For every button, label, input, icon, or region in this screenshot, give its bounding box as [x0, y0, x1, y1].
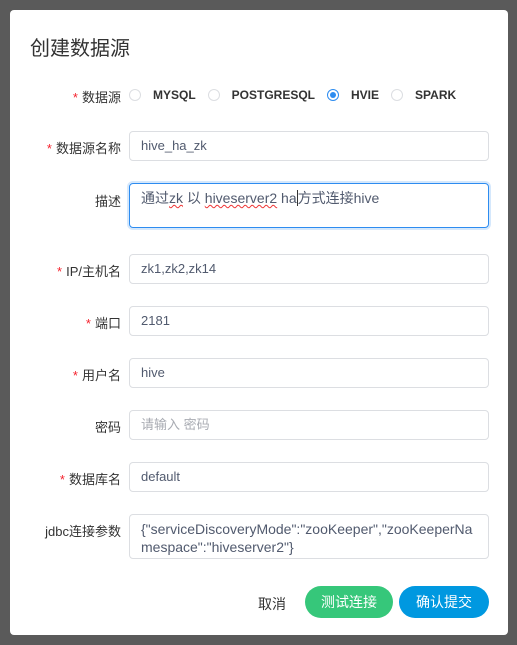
desc-textarea[interactable]: 通过zk 以 hiveserver2 ha方式连接hive: [129, 183, 489, 228]
password-label: 密码: [94, 420, 121, 435]
port-label: * 端口: [85, 316, 121, 331]
cancel-button[interactable]: 取消: [258, 594, 286, 614]
create-datasource-dialog: 创建数据源 * 数据源 MYSQL POSTGRESQL HVIE SPARK *…: [10, 10, 508, 635]
jdbc-textarea[interactable]: {"serviceDiscoveryMode":"zooKeeper","zoo…: [129, 514, 489, 559]
source-radio-group: MYSQL POSTGRESQL HVIE SPARK: [129, 88, 468, 102]
source-label: * 数据源: [72, 90, 121, 105]
db-input[interactable]: default: [129, 462, 489, 492]
test-connection-button[interactable]: 测试连接: [305, 586, 393, 618]
user-label: * 用户名: [72, 368, 121, 383]
submit-button[interactable]: 确认提交: [399, 586, 489, 618]
ip-label: * IP/主机名: [57, 264, 121, 279]
jdbc-label: jdbc连接参数: [45, 524, 121, 539]
dialog-title: 创建数据源: [30, 38, 130, 60]
db-label: * 数据库名: [59, 472, 121, 487]
radio-postgresql[interactable]: POSTGRESQL: [207, 88, 315, 102]
radio-spark[interactable]: SPARK: [391, 88, 456, 102]
name-label: * 数据源名称: [46, 141, 121, 156]
name-input[interactable]: hive_ha_zk: [129, 131, 489, 161]
user-input[interactable]: hive: [129, 358, 489, 388]
radio-mysql[interactable]: MYSQL: [129, 88, 196, 102]
radio-hvie[interactable]: HVIE: [327, 88, 379, 102]
ip-input[interactable]: zk1,zk2,zk14: [129, 254, 489, 284]
password-input[interactable]: 请输入 密码: [129, 410, 489, 440]
port-input[interactable]: 2181: [129, 306, 489, 336]
desc-label: 描述: [94, 194, 121, 209]
